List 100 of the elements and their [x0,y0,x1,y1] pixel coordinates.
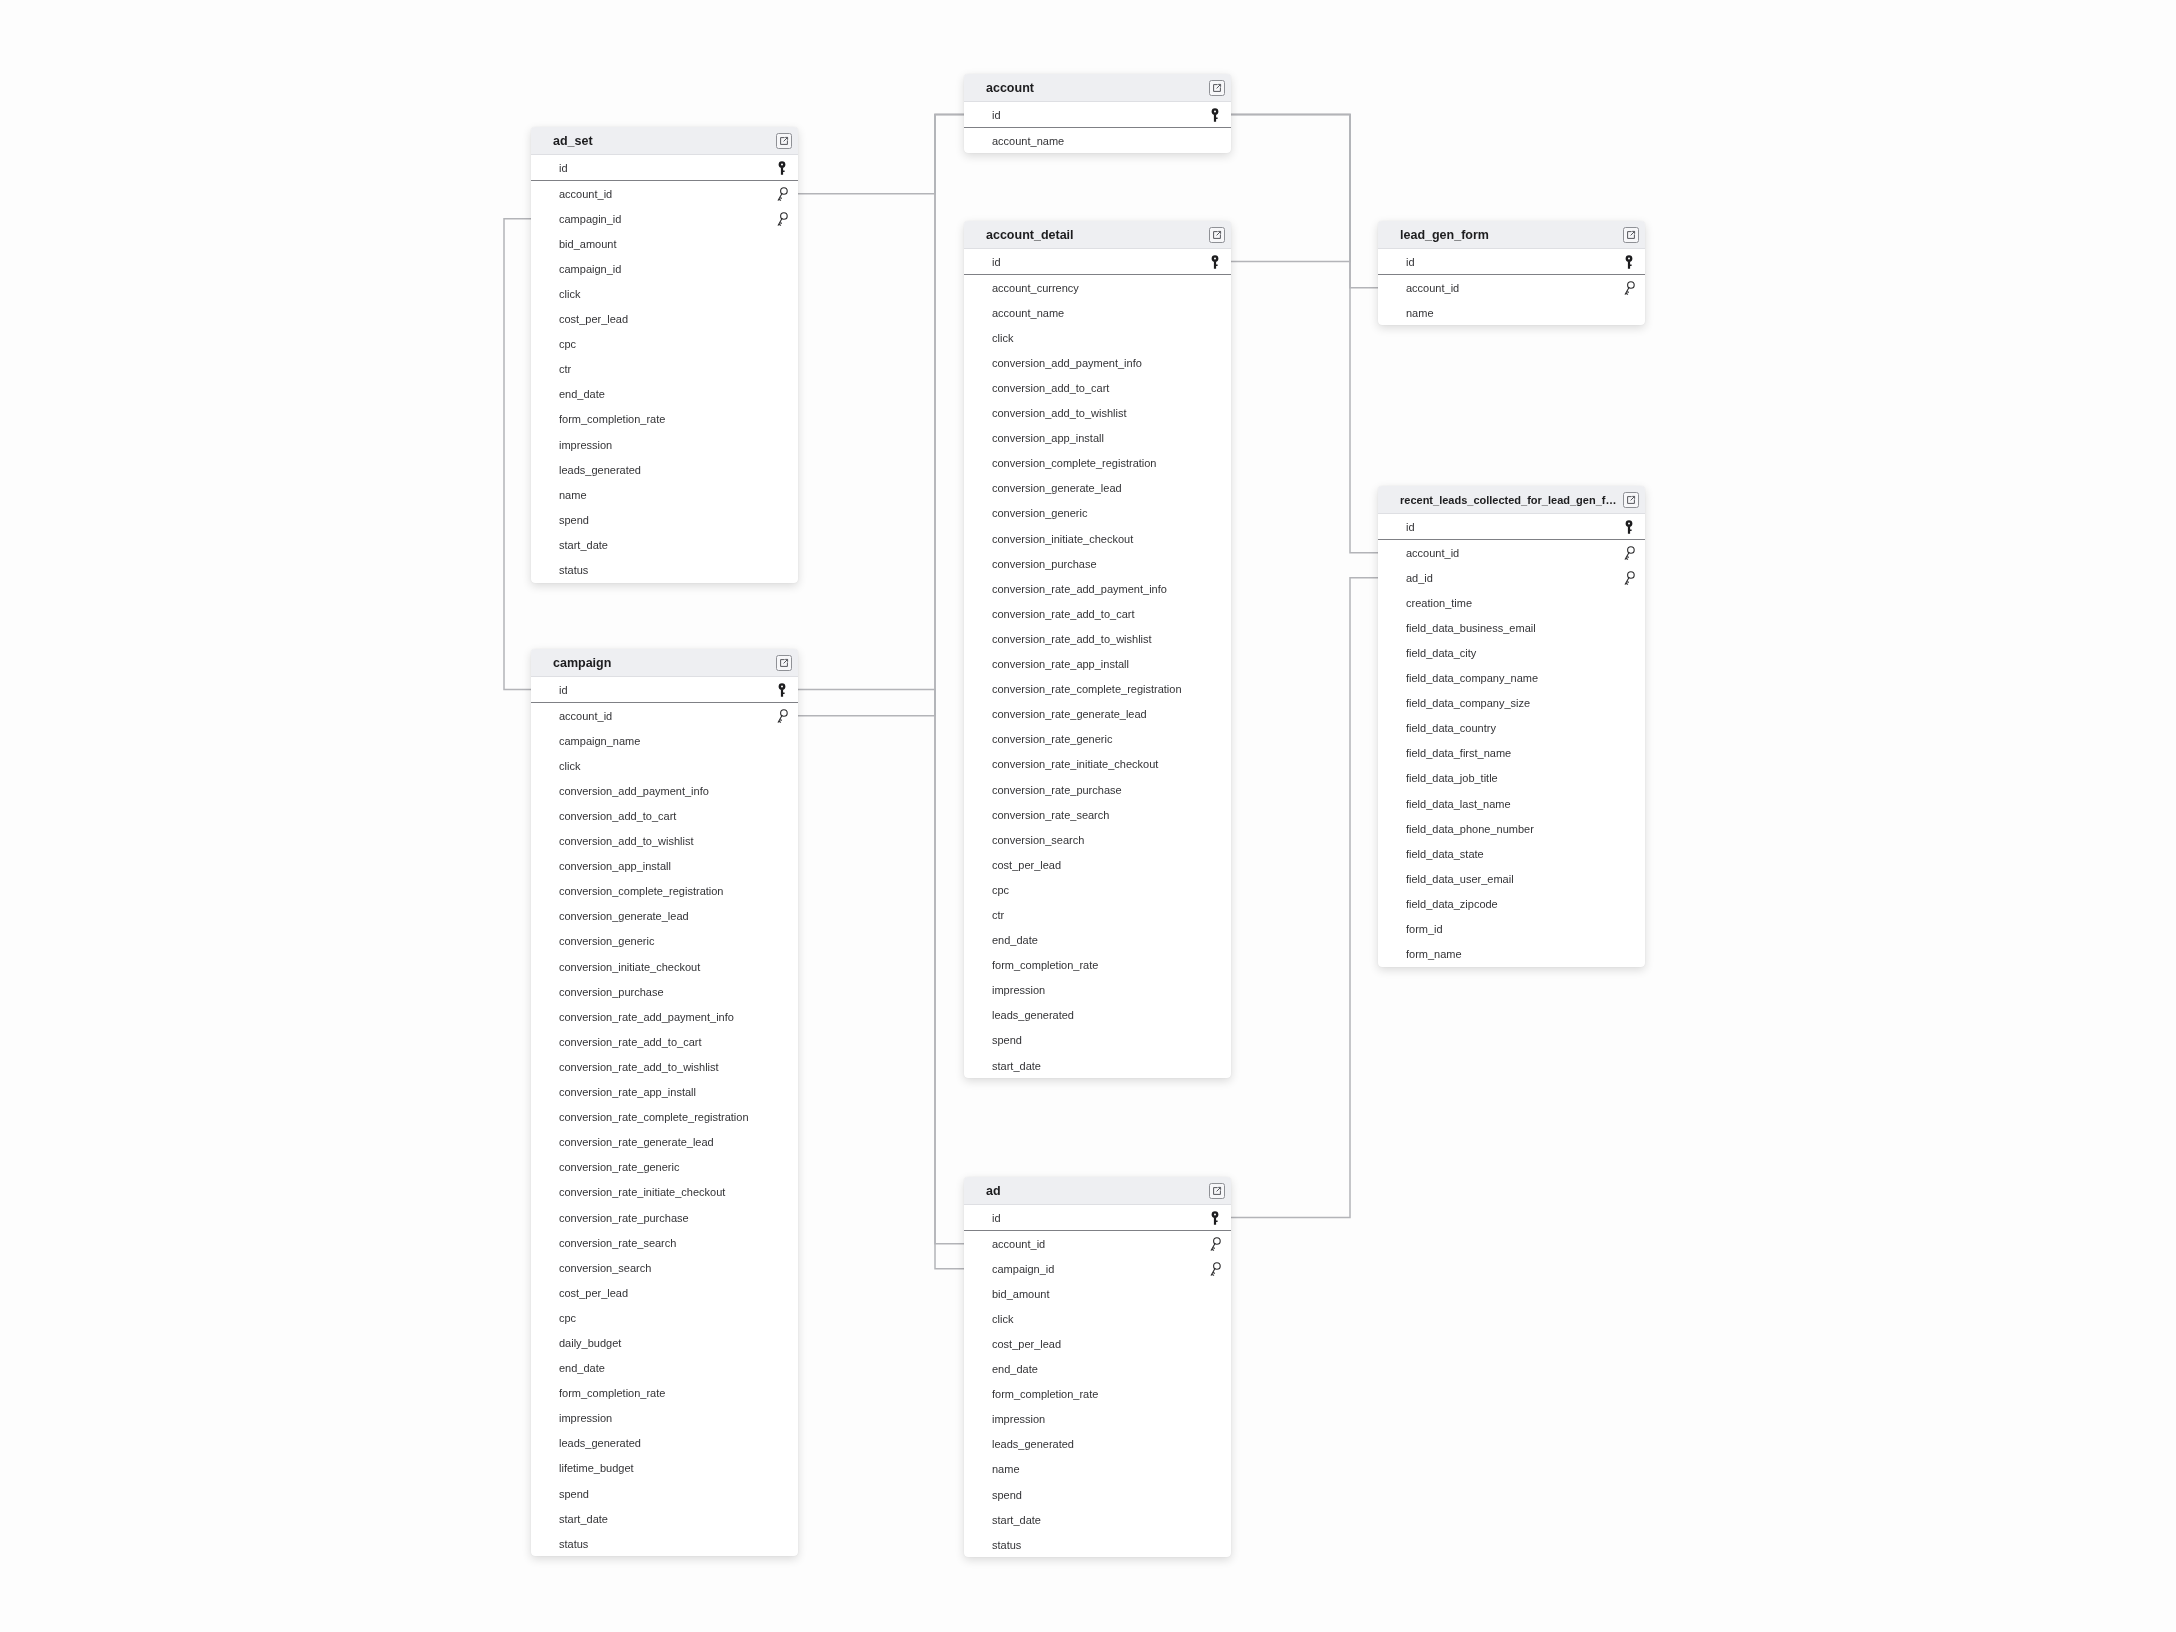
column-name: cpc [559,1311,577,1324]
column-name: click [559,759,581,772]
column-name: conversion_rate_generate_lead [992,708,1147,721]
key-icon [778,160,786,175]
column-name: id [992,108,1001,121]
column-name: id [992,255,1001,268]
column-name: field_data_first_name [1406,747,1512,760]
column-name: conversion_app_install [559,860,671,873]
column-name: conversion_rate_add_payment_info [992,582,1167,595]
key-outline-icon [776,708,788,723]
column-name: conversion_rate_add_payment_info [559,1010,734,1023]
column-name: field_data_phone_number [1406,822,1534,835]
column-name: daily_budget [559,1337,622,1349]
column-name: bid_amount [559,237,617,250]
column-name: cost_per_lead [992,858,1062,871]
column-name: form_completion_rate [992,959,1099,972]
column-name: impression [559,438,613,451]
column-name: field_data_business_email [1406,621,1536,634]
column-name: name [559,488,587,501]
key-icon [1211,107,1219,122]
column-name: conversion_add_payment_info [992,356,1142,369]
external-link-icon[interactable] [1623,491,1639,508]
column-name: start_date [559,538,608,551]
column-name: end_date [992,934,1038,947]
column-name: conversion_rate_search [559,1236,677,1249]
column-name: campagin_id [559,212,622,225]
column-name: conversion_purchase [559,985,664,998]
column-name: account_id [1406,546,1460,559]
column-name: name [992,1463,1020,1476]
column-name: conversion_rate_add_to_wishlist [992,632,1152,645]
column-name: impression [559,1412,613,1425]
column-name: conversion_search [992,833,1085,846]
column-name: field_data_state [1406,847,1484,860]
key-outline-icon [1209,1236,1221,1251]
column-name: form_id [1406,923,1443,936]
column-name: start_date [992,1513,1041,1526]
column-name: conversion_add_to_wishlist [559,835,694,848]
column-name: leads_generated [559,1437,641,1450]
table-name: account [986,80,1034,95]
key-outline-icon [776,211,788,226]
column-name: conversion_rate_add_to_cart [559,1035,702,1048]
column-name: campaign_name [559,734,641,747]
column-name: end_date [559,1362,605,1375]
column-name: spend [559,1487,589,1500]
external-link-icon[interactable] [776,654,792,671]
table-name: account_detail [986,227,1074,242]
column-name: lifetime_budget [559,1462,634,1475]
column-name: conversion_rate_generic [559,1161,680,1174]
external-link-icon[interactable] [1209,226,1225,243]
key-outline-icon [1623,545,1635,560]
external-link-icon[interactable] [1209,79,1225,96]
column-name: ctr [992,909,1005,921]
column-name: conversion_rate_purchase [992,783,1122,796]
column-name: impression [992,984,1046,997]
column-name: conversion_rate_add_to_wishlist [559,1060,719,1073]
column-name: start_date [992,1059,1041,1072]
key-outline-icon [776,186,788,201]
external-link-icon[interactable] [1623,226,1639,243]
column-name: conversion_rate_app_install [559,1086,696,1099]
column-name: campaign_id [992,1262,1055,1275]
column-name: account_currency [992,281,1079,294]
column-name: conversion_rate_generic [992,733,1113,746]
column-name: conversion_generate_lead [559,910,689,923]
column-name: spend [992,1034,1022,1047]
column-name: click [992,1312,1014,1325]
column-name: conversion_initiate_checkout [992,532,1134,545]
external-link-icon[interactable] [776,132,792,149]
column-name: conversion_complete_registration [559,885,724,898]
table-name: campaign [553,655,612,670]
key-outline-icon [1623,570,1635,585]
column-name: field_data_company_size [1406,697,1531,710]
column-name: conversion_rate_initiate_checkout [559,1186,726,1199]
column-name: name [1406,306,1434,319]
column-name: conversion_rate_initiate_checkout [992,758,1159,771]
key-icon [778,682,786,697]
column-name: field_data_company_name [1406,672,1539,685]
key-icon [1211,254,1219,269]
column-name: conversion_rate_complete_registration [559,1111,749,1124]
column-name: conversion_complete_registration [992,457,1157,470]
column-name: field_data_zipcode [1406,897,1498,910]
column-name: conversion_add_to_cart [992,382,1110,394]
column-name: spend [992,1488,1022,1501]
column-name: end_date [559,388,605,401]
column-name: field_data_user_email [1406,872,1514,885]
key-icon [1625,519,1633,534]
column-name: conversion_search [559,1261,652,1274]
external-link-icon[interactable] [1209,1182,1225,1199]
column-name: conversion_rate_purchase [559,1211,689,1224]
column-name: cost_per_lead [992,1338,1062,1350]
column-name: conversion_rate_search [992,808,1110,821]
column-name: status [559,564,589,577]
column-name: conversion_rate_generate_lead [559,1136,714,1149]
column-name: status [559,1537,589,1550]
column-name: creation_time [1406,596,1473,609]
column-name: field_data_city [1406,647,1477,659]
column-name: end_date [992,1363,1038,1376]
table-name: lead_gen_form [1400,227,1489,242]
key-outline-icon [1623,280,1635,295]
column-name: conversion_add_to_wishlist [992,407,1127,420]
column-name: conversion_generic [559,935,655,948]
